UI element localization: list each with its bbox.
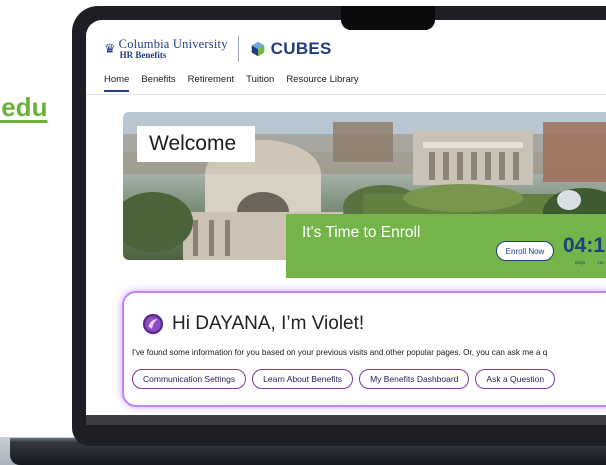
nav-benefits[interactable]: Benefits xyxy=(141,74,175,92)
enroll-now-button[interactable]: Enroll Now xyxy=(496,241,554,261)
nav-divider xyxy=(86,94,606,95)
violet-assistant-card: Hi DAYANA, I’m Violet! I've found some i… xyxy=(122,291,606,407)
site-logo[interactable]: ♛ Columbia University HR Benefits CUBES xyxy=(104,36,332,62)
logo-divider xyxy=(237,36,239,62)
violet-greeting: Hi DAYANA, I’m Violet! xyxy=(172,313,365,334)
camera-notch xyxy=(341,6,435,30)
laptop-screen: ♛ Columbia University HR Benefits CUBES … xyxy=(86,20,606,425)
chip-ask-a-question[interactable]: Ask a Question xyxy=(475,369,556,389)
countdown-hours-label: Ho xyxy=(598,260,604,265)
violet-suggestion-chips: Communication Settings Learn About Benef… xyxy=(132,369,556,389)
main-nav: Home Benefits Retirement Tuition Resourc… xyxy=(104,74,359,92)
welcome-heading: Welcome xyxy=(137,126,255,162)
enroll-banner: It's Time to Enroll Enroll Now 04:1 Days… xyxy=(286,214,606,278)
violet-assistant-icon xyxy=(142,313,164,335)
university-name: Columbia University xyxy=(118,36,228,51)
background-link-fragment: .edu xyxy=(0,92,48,122)
violet-greeting-row: Hi DAYANA, I’m Violet! xyxy=(142,313,364,335)
countdown-days-label: Days xyxy=(575,260,586,265)
university-logo-text: Columbia University HR Benefits xyxy=(119,38,228,61)
university-subtitle: HR Benefits xyxy=(119,50,167,61)
enrollment-countdown: 04:1 xyxy=(563,234,606,257)
cubes-icon xyxy=(251,41,264,57)
crown-icon: ♛ xyxy=(104,41,116,56)
violet-message: I've found some information for you base… xyxy=(132,348,548,357)
chip-my-benefits-dashboard[interactable]: My Benefits Dashboard xyxy=(359,369,470,389)
nav-home[interactable]: Home xyxy=(104,74,130,92)
nav-retirement[interactable]: Retirement xyxy=(188,74,234,92)
app-name: CUBES xyxy=(270,39,332,58)
nav-resource-library[interactable]: Resource Library xyxy=(286,74,358,92)
enroll-title: It's Time to Enroll xyxy=(302,224,421,241)
nav-tuition[interactable]: Tuition xyxy=(246,74,274,92)
chip-learn-about-benefits[interactable]: Learn About Benefits xyxy=(252,369,354,389)
screen-bottom-bezel xyxy=(86,415,606,425)
chip-communication-settings[interactable]: Communication Settings xyxy=(132,369,247,389)
